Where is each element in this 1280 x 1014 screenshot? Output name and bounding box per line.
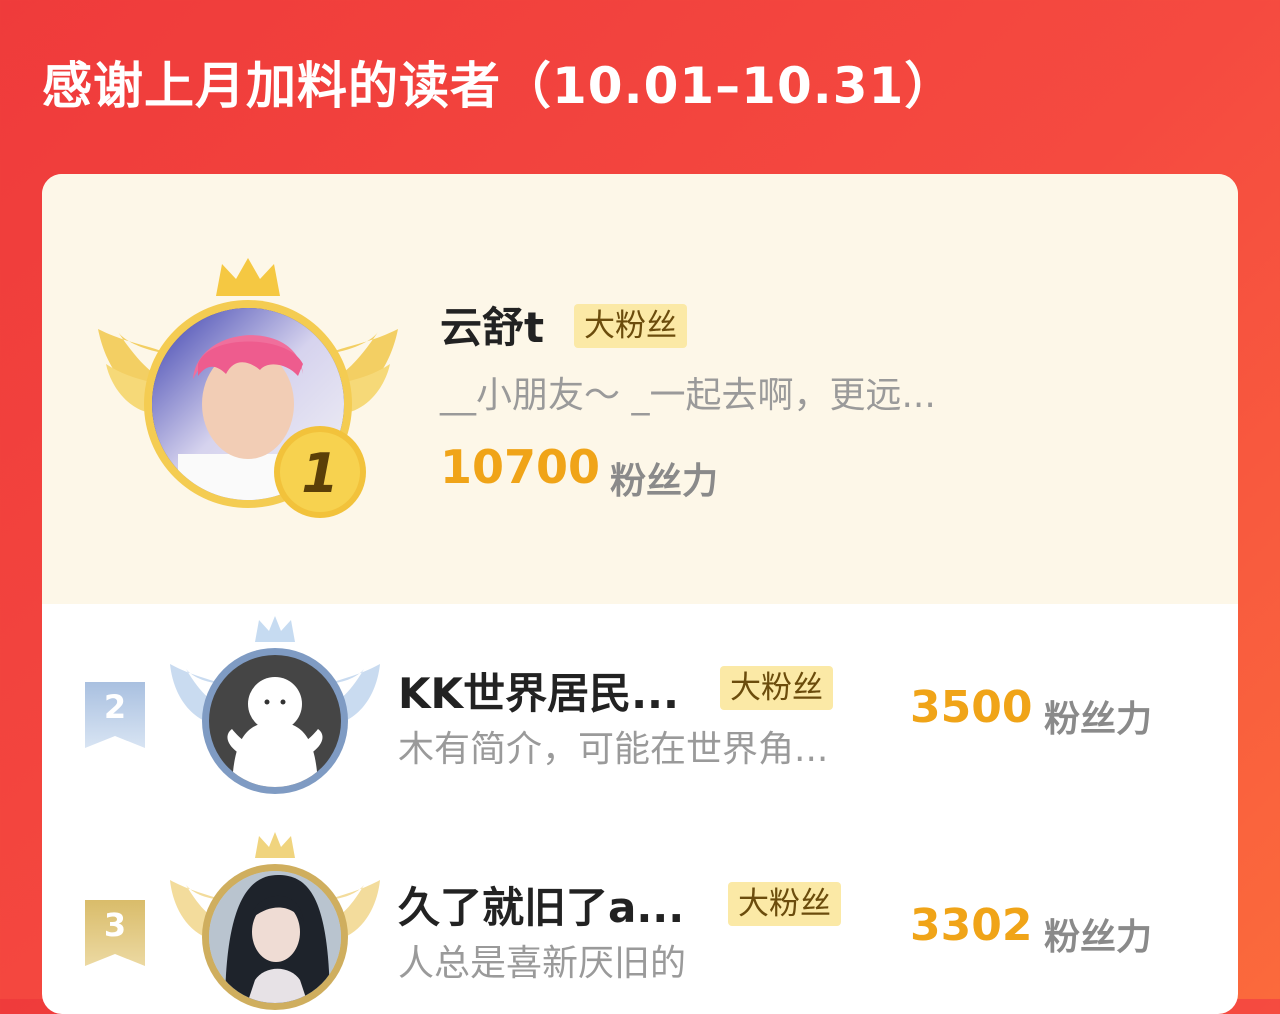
crown-icon [255,616,295,642]
crown-icon [216,258,280,296]
page-title: 感谢上月加料的读者（10.01–10.31） [42,57,956,115]
rank-1-score: 10700 [440,440,601,494]
rank-2-name[interactable]: KK世界居民... [398,660,679,721]
rank-1-score-unit: 粉丝力 [610,461,719,502]
rank-1-name[interactable]: 云舒t [440,294,544,355]
rank-2-flag: 2 [85,682,145,748]
rank-3-number: 3 [104,906,126,944]
rank-3-name[interactable]: 久了就旧了a... [398,874,684,935]
rank-3-score-unit: 粉丝力 [1044,917,1153,958]
rank-1-number: 1 [301,442,339,505]
rank-3-fan-badge: 大粉丝 [728,882,841,926]
leaderboard-card: 1 云舒t 大粉丝 __小朋友～ _一起去啊，更远... 10700 粉丝力 2 [42,174,1238,1014]
rank-2-fan-badge: 大粉丝 [720,666,833,710]
rank-3-flag: 3 [85,900,145,966]
rank-1-fan-badge: 大粉丝 [574,304,687,348]
rank-3-bio: 人总是喜新厌旧的 [398,943,687,984]
rank-1-bio: __小朋友～ _一起去啊，更远... [440,375,936,416]
rank-1-avatar[interactable]: 1 [98,254,398,524]
rank-2-number: 2 [104,688,126,726]
rank-3-score: 3302 [910,900,1033,951]
rank-2-score-unit: 粉丝力 [1044,699,1153,740]
rank-3-avatar[interactable] [170,830,380,1010]
rank-2-bio: 木有简介，可能在世界角... [398,729,829,770]
rank-2-avatar[interactable] [170,614,380,794]
crown-icon [255,832,295,858]
rank-2-score: 3500 [910,682,1033,733]
